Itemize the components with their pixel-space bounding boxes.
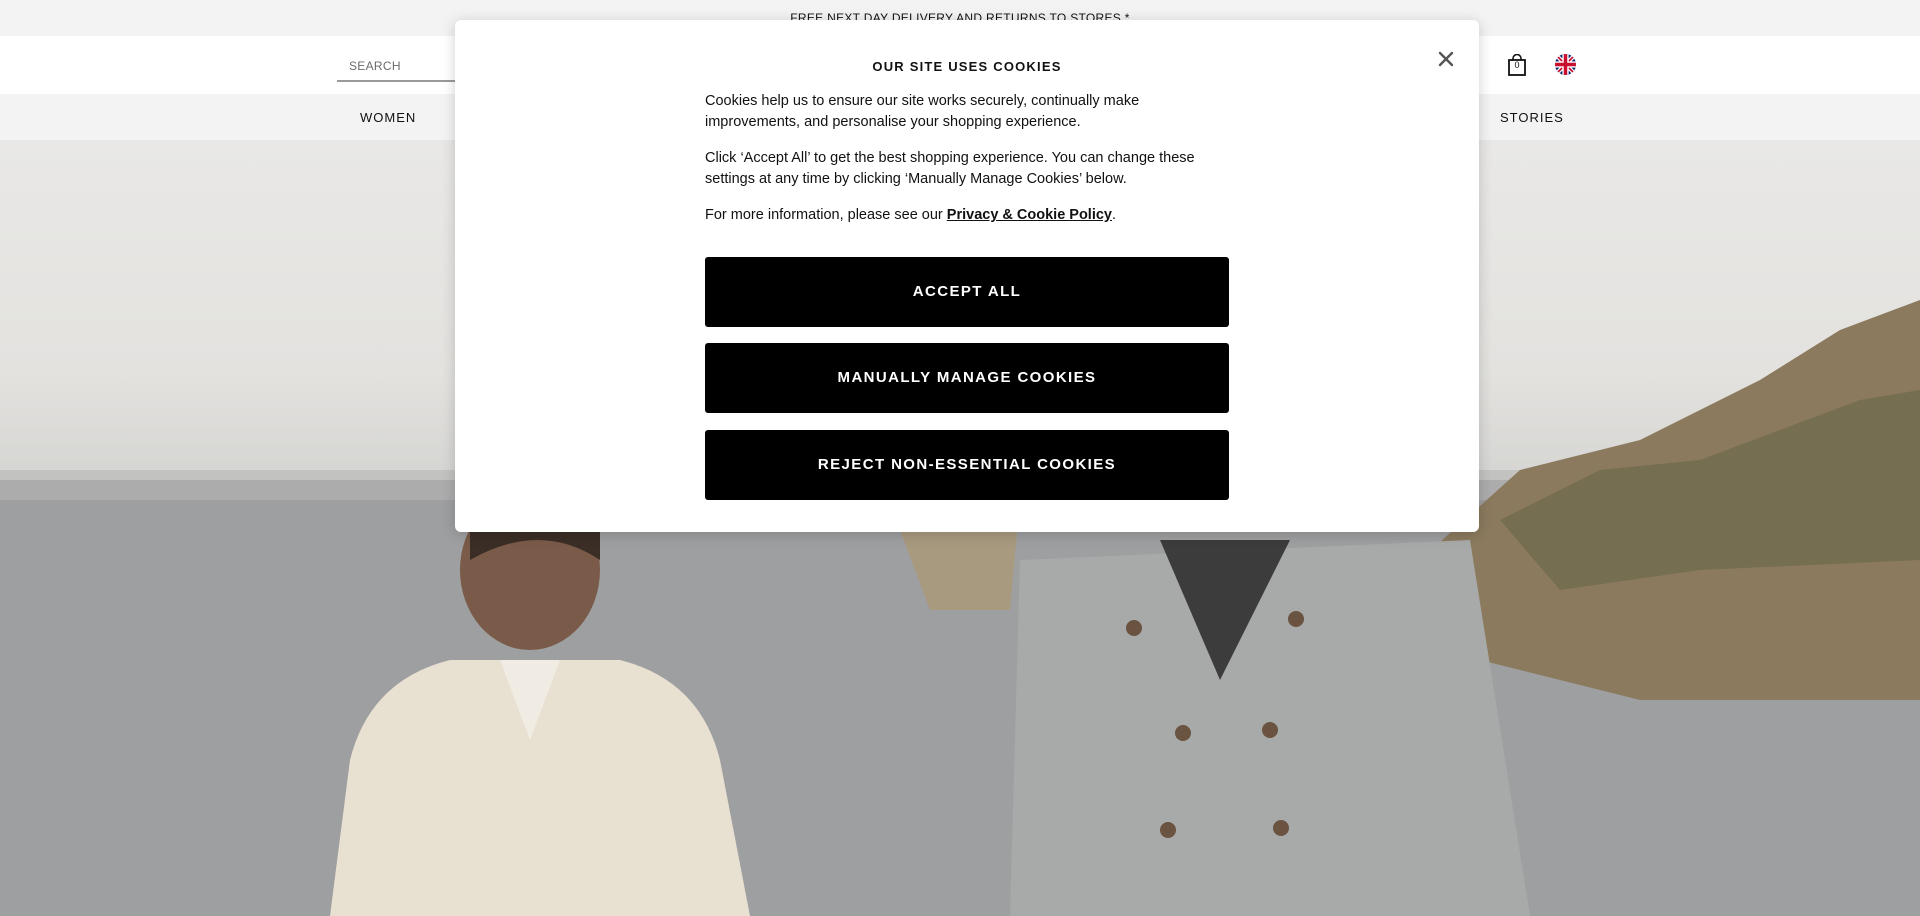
cookie-paragraph-3: For more information, please see our Pri… bbox=[705, 205, 1235, 226]
accept-all-button[interactable]: ACCEPT ALL bbox=[705, 257, 1229, 327]
nav-item-stories[interactable]: STORIES bbox=[1500, 110, 1564, 125]
privacy-policy-link[interactable]: Privacy & Cookie Policy bbox=[947, 207, 1112, 223]
cookie-paragraph-1: Cookies help us to ensure our site works… bbox=[705, 93, 1140, 130]
cookie-consent-dialog: OUR SITE USES COOKIES Cookies help us to… bbox=[455, 20, 1479, 532]
uk-flag-icon[interactable] bbox=[1555, 54, 1576, 75]
reject-cookies-button[interactable]: REJECT NON-ESSENTIAL COOKIES bbox=[705, 430, 1229, 500]
policy-suffix: . bbox=[1112, 207, 1117, 223]
cookie-dialog-body: Cookies help us to ensure our site works… bbox=[705, 91, 1235, 241]
cookie-paragraph-2: Click ‘Accept All’ to get the best shopp… bbox=[705, 150, 1195, 187]
policy-prefix: For more information, please see our bbox=[705, 207, 947, 223]
bag-count: 0 bbox=[1514, 60, 1520, 70]
nav-item-women[interactable]: WOMEN bbox=[360, 110, 416, 125]
manage-cookies-button[interactable]: MANUALLY MANAGE COOKIES bbox=[705, 343, 1229, 413]
shopping-bag-icon[interactable]: 0 bbox=[1507, 53, 1527, 76]
cookie-dialog-title: OUR SITE USES COOKIES bbox=[872, 59, 1062, 74]
